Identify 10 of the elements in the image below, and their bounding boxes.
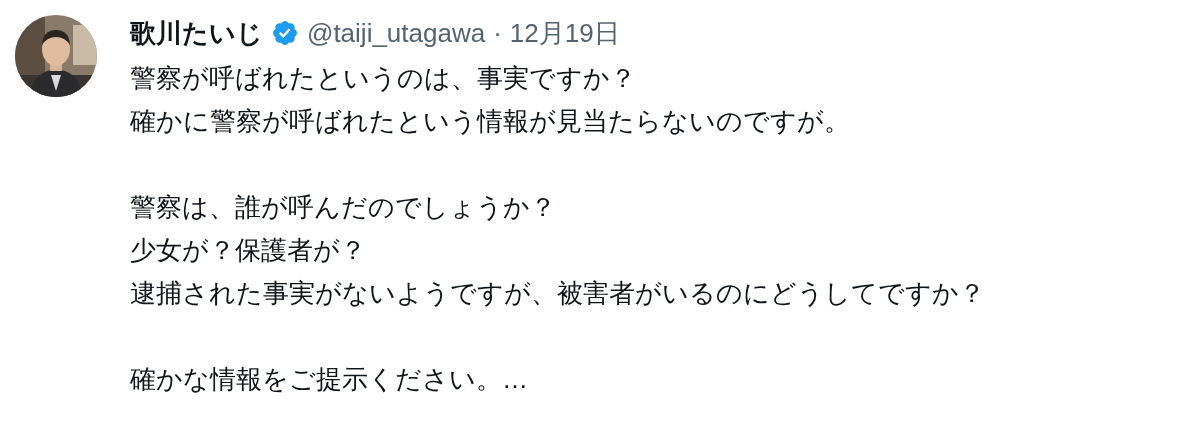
tweet-text-line: 確かな情報をご提示ください。… [130,363,529,396]
author-name[interactable]: 歌川たいじ [130,13,263,53]
post-date[interactable]: 12月19日 [509,13,620,53]
separator: · [493,16,502,50]
tweet-text-line: 逮捕された事実がないようですが、被害者がいるのにどうしてですか？ [130,277,985,310]
tweet-text-line: 警察が呼ばれたというのは、事実ですか？ [130,62,637,95]
tweet-text-line: 確かに警察が呼ばれたという情報が見当たらないのですが。 [130,105,851,138]
author-handle[interactable]: @taiji_utagawa [307,13,486,53]
tweet-text-line: 少女が？保護者が？ [130,234,367,267]
tweet-text-line: 警察は、誰が呼んだのでしょうか？ [130,191,557,224]
